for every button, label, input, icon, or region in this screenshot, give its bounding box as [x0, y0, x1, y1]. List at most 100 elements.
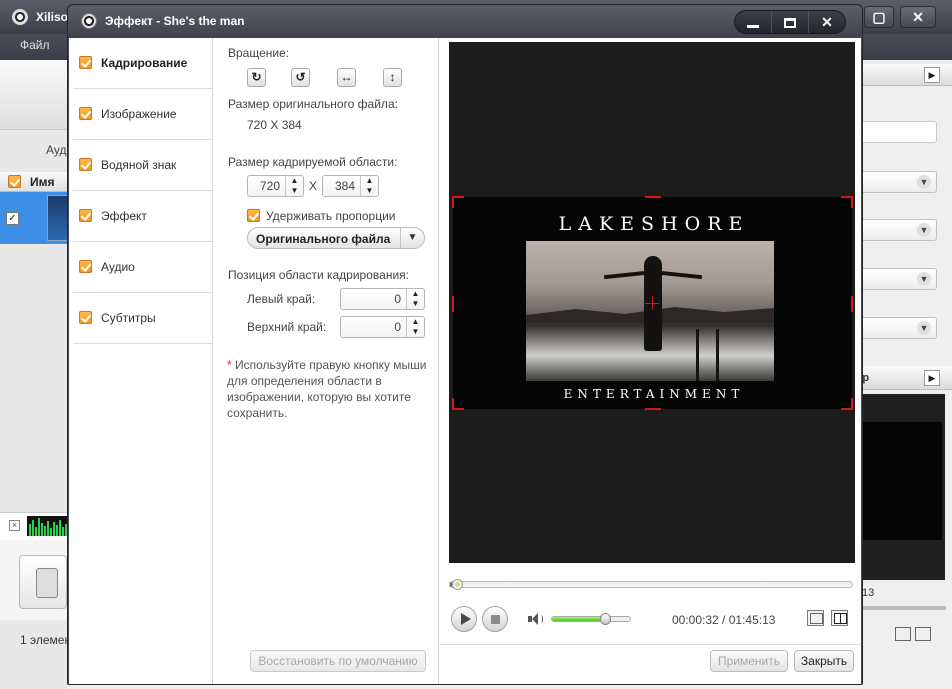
- footer-divider: [440, 644, 861, 645]
- preview-panel: LAKESHORE ENTERTAINMENT 00:00:32 / 01:45…: [440, 38, 861, 684]
- camera-icon[interactable]: [915, 627, 931, 641]
- category-checkbox[interactable]: [79, 56, 92, 69]
- seek-bar[interactable]: [449, 579, 853, 590]
- crop-width-value[interactable]: 720: [248, 176, 280, 196]
- left-edge-label: Левый край:: [247, 292, 316, 306]
- total-time: 01:45:13: [728, 613, 776, 627]
- stop-button[interactable]: [482, 606, 508, 632]
- flip-vertical-button[interactable]: ↕: [383, 68, 402, 87]
- category-item-image[interactable]: Изображение: [73, 89, 213, 140]
- crop-handle-top-right[interactable]: [841, 196, 853, 208]
- video-preview-screen[interactable]: LAKESHORE ENTERTAINMENT: [449, 42, 855, 563]
- logo-top-text: LAKESHORE: [558, 213, 750, 235]
- menu-file[interactable]: Файл: [20, 38, 50, 52]
- crop-handle-bottom[interactable]: [645, 408, 661, 410]
- video-frame[interactable]: LAKESHORE ENTERTAINMENT: [453, 197, 852, 409]
- crop-handle-right[interactable]: [851, 296, 853, 312]
- rotate-left-button[interactable]: ↺: [291, 68, 310, 87]
- spinner-arrows[interactable]: ▲ ▼: [406, 317, 424, 337]
- volume-fill: [552, 617, 606, 621]
- category-item-crop[interactable]: Кадрирование: [73, 38, 213, 89]
- keep-ratio-checkbox[interactable]: [247, 209, 260, 222]
- category-item-audio[interactable]: Аудио: [73, 242, 213, 293]
- category-checkbox[interactable]: [79, 311, 92, 324]
- crop-width-spinner[interactable]: 720 ▲ ▼: [247, 175, 304, 197]
- column-name-header[interactable]: Имя: [30, 175, 55, 189]
- chevron-down-icon[interactable]: ▼: [400, 228, 424, 248]
- restore-defaults-button[interactable]: Восстановить по умолчанию: [250, 650, 426, 672]
- spinner-arrows[interactable]: ▲ ▼: [360, 176, 378, 196]
- category-item-effect[interactable]: Эффект: [73, 191, 213, 242]
- flip-horizontal-button[interactable]: ↔: [337, 68, 356, 87]
- background-tab-audio[interactable]: Ауд: [46, 143, 66, 157]
- left-edge-value[interactable]: 0: [341, 289, 401, 309]
- select-all-checkbox[interactable]: [8, 175, 21, 188]
- close-wave-icon[interactable]: ×: [9, 520, 20, 531]
- category-checkbox[interactable]: [79, 209, 92, 222]
- spin-up-icon[interactable]: ▲: [286, 176, 303, 186]
- category-list: Кадрирование Изображение Водяной знак Эф…: [69, 38, 213, 684]
- device-button[interactable]: [19, 555, 67, 609]
- crop-height-spinner[interactable]: 384 ▲ ▼: [322, 175, 379, 197]
- crop-handle-bottom-right[interactable]: [841, 398, 853, 410]
- file-row-checkbox[interactable]: ✓: [6, 212, 19, 225]
- snapshot-settings-icon[interactable]: [895, 627, 911, 641]
- keep-ratio-label[interactable]: Удерживать пропорции: [266, 209, 395, 223]
- crop-handle-bottom-left[interactable]: [452, 398, 464, 410]
- chevron-down-icon: ▼: [917, 321, 931, 335]
- volume-icon[interactable]: [528, 612, 544, 626]
- crop-crosshair: [652, 296, 653, 310]
- close-button[interactable]: ✕: [809, 11, 845, 33]
- category-item-watermark[interactable]: Водяной знак: [73, 140, 213, 191]
- category-item-subtitles[interactable]: Субтитры: [73, 293, 213, 344]
- spin-up-icon[interactable]: ▲: [361, 176, 378, 186]
- crop-handle-left[interactable]: [452, 296, 454, 312]
- background-close-button[interactable]: ✕: [900, 6, 936, 28]
- background-maximize-button[interactable]: ▢: [864, 6, 894, 28]
- background-preview-time: 13: [862, 587, 875, 599]
- crop-size-separator: X: [309, 179, 318, 193]
- preview-expand-arrow-icon[interactable]: ▶: [924, 370, 940, 386]
- left-edge-spinner[interactable]: 0 ▲ ▼: [340, 288, 425, 310]
- maximize-button[interactable]: [772, 11, 809, 33]
- background-preview-tools: [895, 627, 935, 644]
- current-time: 00:00:32: [672, 613, 719, 627]
- spin-down-icon[interactable]: ▼: [361, 186, 378, 196]
- crop-handle-top-left[interactable]: [452, 196, 464, 208]
- spin-down-icon[interactable]: ▼: [407, 299, 424, 309]
- spin-down-icon[interactable]: ▼: [407, 327, 424, 337]
- play-button[interactable]: [451, 606, 477, 632]
- top-edge-spinner[interactable]: 0 ▲ ▼: [340, 316, 425, 338]
- flip-vertical-icon: ↕: [389, 70, 396, 84]
- close-icon: ✕: [821, 14, 833, 30]
- original-size-label: Размер оригинального файла:: [228, 97, 398, 111]
- minimize-button[interactable]: [735, 11, 772, 33]
- crop-height-value[interactable]: 384: [323, 176, 355, 196]
- app-logo-icon: [12, 9, 28, 25]
- apply-button[interactable]: Применить: [710, 650, 788, 672]
- background-preview-slider[interactable]: [862, 606, 946, 610]
- seek-thumb[interactable]: [452, 579, 463, 590]
- ratio-dropdown[interactable]: Оригинального файла ▼: [247, 227, 425, 249]
- volume-slider[interactable]: [551, 613, 631, 625]
- dialog-body: Кадрирование Изображение Водяной знак Эф…: [69, 38, 861, 684]
- right-panel-expand-arrow-icon[interactable]: ▶: [924, 67, 940, 83]
- rotate-clockwise-icon: ↻: [251, 70, 262, 84]
- spinner-arrows[interactable]: ▲ ▼: [406, 289, 424, 309]
- category-checkbox[interactable]: [79, 107, 92, 120]
- volume-thumb[interactable]: [600, 613, 612, 625]
- single-view-button[interactable]: [807, 610, 824, 626]
- split-view-button[interactable]: [831, 610, 848, 626]
- spin-down-icon[interactable]: ▼: [286, 186, 303, 196]
- spin-up-icon[interactable]: ▲: [407, 289, 424, 299]
- top-edge-value[interactable]: 0: [341, 317, 401, 337]
- category-checkbox[interactable]: [79, 158, 92, 171]
- category-checkbox[interactable]: [79, 260, 92, 273]
- rotate-right-button[interactable]: ↻: [247, 68, 266, 87]
- spin-up-icon[interactable]: ▲: [407, 317, 424, 327]
- audio-waveform: [27, 516, 68, 536]
- spinner-arrows[interactable]: ▲ ▼: [285, 176, 303, 196]
- window-controls: ✕: [734, 10, 846, 34]
- crop-handle-top[interactable]: [645, 196, 661, 198]
- close-dialog-button[interactable]: Закрыть: [794, 650, 854, 672]
